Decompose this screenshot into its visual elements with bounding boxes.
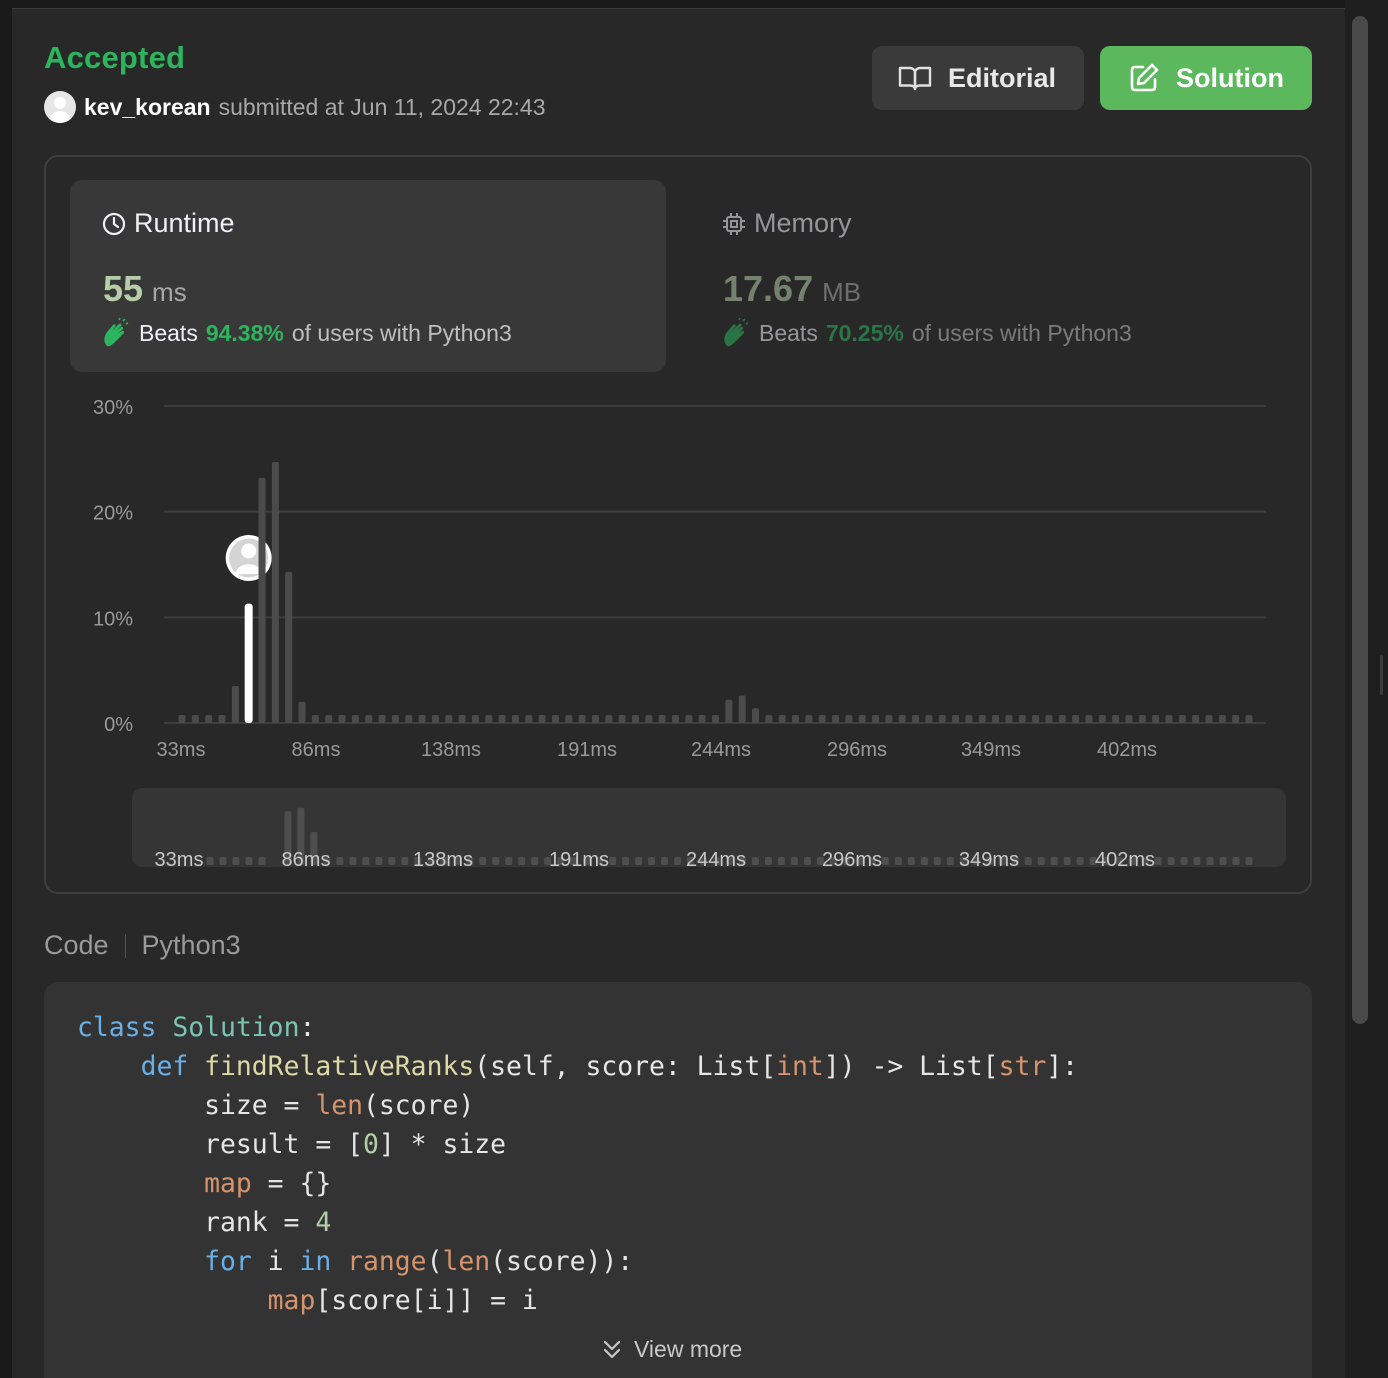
code-content[interactable]: class Solution: def findRelativeRanks(se… bbox=[77, 1008, 1078, 1320]
resize-handle[interactable] bbox=[1380, 655, 1383, 695]
runtime-value: 55 ms bbox=[103, 268, 187, 310]
runtime-title: Runtime bbox=[102, 208, 235, 239]
view-more-button[interactable]: View more bbox=[600, 1336, 742, 1363]
code-label: Code bbox=[44, 930, 109, 960]
runtime-beats: Beats 94.38% of users with Python3 bbox=[101, 318, 512, 348]
solution-button[interactable]: Solution bbox=[1100, 46, 1312, 110]
code-language: Python3 bbox=[141, 930, 241, 960]
memory-beats-suffix: of users with Python3 bbox=[911, 319, 1132, 346]
submission-info: kev_korean submitted at Jun 11, 2024 22:… bbox=[44, 91, 546, 123]
scrollbar-thumb[interactable] bbox=[1352, 16, 1368, 1024]
book-open-icon bbox=[898, 66, 932, 91]
submitted-time: submitted at Jun 11, 2024 22:43 bbox=[218, 93, 546, 120]
editorial-button[interactable]: Editorial bbox=[872, 46, 1084, 110]
runtime-unit: ms bbox=[152, 277, 187, 307]
clap-hands-icon bbox=[104, 318, 129, 347]
cpu-chip-icon bbox=[723, 212, 745, 235]
divider bbox=[124, 933, 126, 958]
clock-icon bbox=[102, 212, 126, 235]
submission-status: Accepted bbox=[44, 40, 186, 75]
runtime-title-label: Runtime bbox=[134, 208, 235, 238]
runtime-number: 55 bbox=[103, 268, 144, 309]
memory-beats: Beats 70.25% of users with Python3 bbox=[721, 318, 1132, 348]
memory-title-label: Memory bbox=[754, 208, 852, 238]
editorial-label: Editorial bbox=[948, 62, 1057, 93]
username[interactable]: kev_korean bbox=[84, 94, 211, 121]
clap-hands-icon bbox=[724, 318, 749, 347]
edit-icon bbox=[1130, 63, 1159, 92]
memory-unit: MB bbox=[822, 277, 862, 307]
range-selector[interactable] bbox=[132, 788, 1286, 867]
solution-label: Solution bbox=[1176, 62, 1284, 93]
chevrons-down-icon bbox=[603, 1340, 621, 1358]
user-avatar[interactable] bbox=[44, 91, 76, 123]
code-header: Code Python3 bbox=[44, 930, 241, 961]
view-more-label: View more bbox=[634, 1336, 743, 1362]
memory-title: Memory bbox=[722, 208, 852, 239]
runtime-beats-percent: 94.38% bbox=[205, 319, 284, 346]
runtime-beats-suffix: of users with Python3 bbox=[291, 319, 512, 346]
memory-beats-prefix: Beats bbox=[759, 319, 818, 346]
runtime-beats-prefix: Beats bbox=[139, 319, 198, 346]
memory-beats-percent: 70.25% bbox=[825, 319, 904, 346]
memory-value: 17.67 MB bbox=[723, 268, 861, 310]
memory-number: 17.67 bbox=[723, 268, 814, 309]
